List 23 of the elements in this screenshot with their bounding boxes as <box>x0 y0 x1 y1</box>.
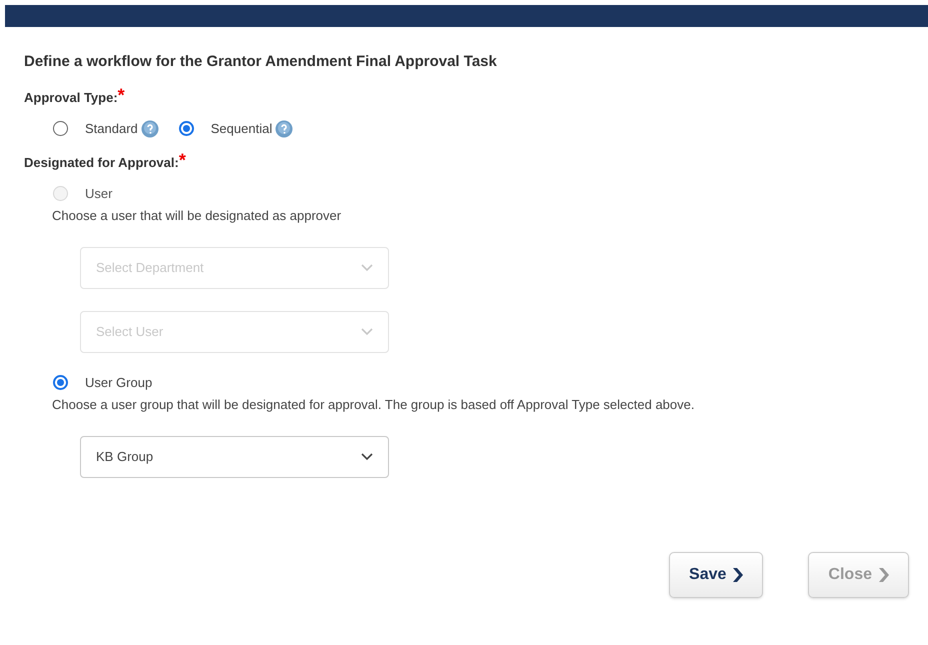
form-title: Define a workflow for the Grantor Amendment Final Approval Task <box>24 52 498 72</box>
required-mark: * <box>118 88 125 102</box>
option-description: Choose a user group that will be designated for approval. The group is based off Approval Type selected above. <box>52 396 696 414</box>
option-label: Sequential <box>210 120 272 138</box>
radio-button[interactable] <box>178 121 194 136</box>
required-mark: * <box>178 152 186 166</box>
chevron-down-icon <box>361 452 373 462</box>
field-label: Designated for Approval: <box>24 154 179 172</box>
option-label: User Group <box>85 374 152 392</box>
option-description: Choose a user that will be designated as approver <box>52 206 342 225</box>
option-label: User <box>85 185 112 203</box>
chevron-down-icon <box>361 263 373 273</box>
help-icon[interactable] <box>140 120 159 138</box>
select-field[interactable]: KB Group <box>80 436 389 478</box>
chevron-right-icon <box>878 567 889 583</box>
option-label: Standard <box>85 120 138 138</box>
radio-button[interactable] <box>53 375 68 390</box>
chevron-right-icon <box>732 567 744 583</box>
radio-button[interactable] <box>53 121 68 136</box>
help-icon[interactable] <box>275 120 294 138</box>
field-label: Approval Type: <box>24 90 118 107</box>
action-button[interactable]: Save <box>669 552 764 598</box>
chevron-down-icon <box>361 327 373 337</box>
